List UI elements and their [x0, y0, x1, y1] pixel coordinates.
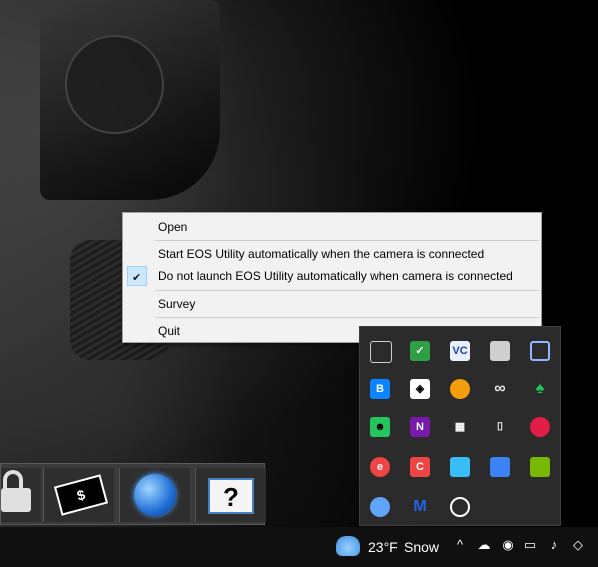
record-circle-icon[interactable] — [450, 497, 470, 517]
cloud-icon[interactable] — [370, 497, 390, 517]
blue-wand-icon[interactable] — [490, 457, 510, 477]
red-blue-badge-icon[interactable] — [530, 417, 550, 437]
green-shield-check-icon[interactable]: ✓ — [410, 341, 430, 361]
nvidia-icon[interactable] — [530, 457, 550, 477]
onenote-icon[interactable]: N — [410, 417, 430, 437]
globe-app-tile[interactable] — [119, 468, 190, 522]
menu-item-start-automatically[interactable]: Start EOS Utility automatically when the… — [123, 242, 541, 266]
menu-item-label: Do not launch EOS Utility automatically … — [158, 269, 513, 283]
taskbar: 23°F Snow ^ ☁ ◉ ▭ ♪ ◇ — [0, 527, 598, 567]
usb-icon[interactable]: ⌷ — [490, 417, 510, 437]
money-app-tile[interactable]: $ — [43, 468, 114, 522]
menu-item-open[interactable]: Open — [123, 215, 541, 239]
menu-separator — [155, 317, 539, 318]
volume-icon[interactable]: ♪ — [546, 537, 562, 553]
malwarebytes-icon[interactable]: M — [410, 497, 430, 517]
menu-item-label: Open — [158, 220, 188, 234]
green-robot-icon[interactable]: ☻ — [370, 417, 390, 437]
help-icon: ? — [208, 478, 254, 514]
checkmark-icon — [127, 266, 147, 290]
screenshot-tool-icon[interactable] — [450, 457, 470, 477]
menu-item-label: Start EOS Utility automatically when the… — [158, 247, 485, 261]
menu-item-survey[interactable]: Survey — [123, 292, 541, 316]
network-icon[interactable]: ▭ — [522, 537, 538, 553]
onedrive-cloud-icon[interactable]: ☁ — [476, 537, 492, 553]
ccleaner-icon[interactable]: C — [410, 457, 430, 477]
windows-security-icon[interactable]: ◈ — [410, 379, 430, 399]
tray-overflow-panel: ✓ VC B ◈ ∞ ♠ ☻ N ▦ ⌷ e C M — [359, 326, 561, 526]
globe-icon — [134, 474, 176, 516]
menu-separator — [155, 290, 539, 291]
mosaic-icon[interactable]: ▦ — [450, 417, 470, 437]
menu-item-label: Quit — [158, 324, 181, 338]
generic-app-icon[interactable] — [490, 341, 510, 361]
menu-separator — [155, 240, 539, 241]
money-note-icon: $ — [53, 474, 109, 516]
chevron-up-icon[interactable]: ^ — [452, 537, 468, 553]
desktop-dock: $ ? — [0, 463, 266, 525]
weather-snow-icon[interactable] — [336, 536, 360, 556]
genie-lamp-icon[interactable]: ♠ — [530, 379, 550, 399]
sync-icon[interactable]: ∞ — [490, 379, 510, 399]
menu-item-do-not-launch[interactable]: Do not launch EOS Utility automatically … — [123, 264, 541, 290]
orange-shield-icon[interactable] — [450, 379, 470, 399]
dropbox-icon[interactable]: ◇ — [570, 537, 586, 553]
weather-condition[interactable]: Snow — [404, 539, 439, 555]
network-share-icon[interactable] — [370, 341, 392, 363]
eos-tray-context-menu: Open Start EOS Utility automatically whe… — [122, 212, 542, 343]
vc-icon[interactable]: VC — [450, 341, 470, 361]
help-app-tile[interactable]: ? — [195, 468, 266, 522]
weather-temperature[interactable]: 23°F — [368, 539, 398, 555]
menu-item-label: Survey — [158, 297, 196, 311]
red-e-icon[interactable]: e — [370, 457, 390, 477]
camera-body-image — [40, 0, 220, 200]
bluetooth-icon[interactable]: B — [370, 379, 390, 399]
lock-body — [1, 488, 31, 512]
lock-app-tile[interactable] — [1, 468, 41, 522]
camera-eos-icon[interactable]: ◉ — [500, 537, 516, 553]
display-icon[interactable] — [530, 341, 550, 361]
